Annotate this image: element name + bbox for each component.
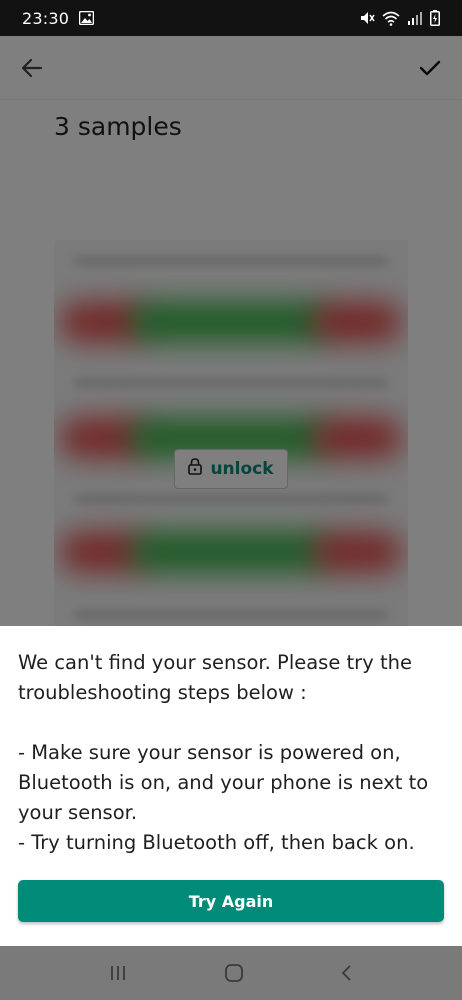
- back-nav-icon[interactable]: [340, 964, 354, 982]
- image-icon: [79, 11, 95, 25]
- status-time: 23:30: [22, 8, 70, 28]
- battery-icon: [430, 10, 440, 26]
- try-again-button[interactable]: Try Again: [18, 880, 444, 922]
- status-bar: 23:30: [0, 0, 462, 36]
- system-nav-bar: [0, 946, 462, 1000]
- screen: 23:30 3 samples: [0, 0, 462, 1000]
- sensor-error-sheet: We can't find your sensor. Please try th…: [0, 626, 462, 946]
- home-icon[interactable]: [224, 963, 244, 983]
- error-message: We can't find your sensor. Please try th…: [18, 651, 429, 854]
- signal-icon: [407, 11, 423, 25]
- recent-apps-icon[interactable]: [108, 964, 128, 982]
- wifi-icon: [382, 11, 400, 26]
- mute-vibrate-icon: [359, 10, 375, 26]
